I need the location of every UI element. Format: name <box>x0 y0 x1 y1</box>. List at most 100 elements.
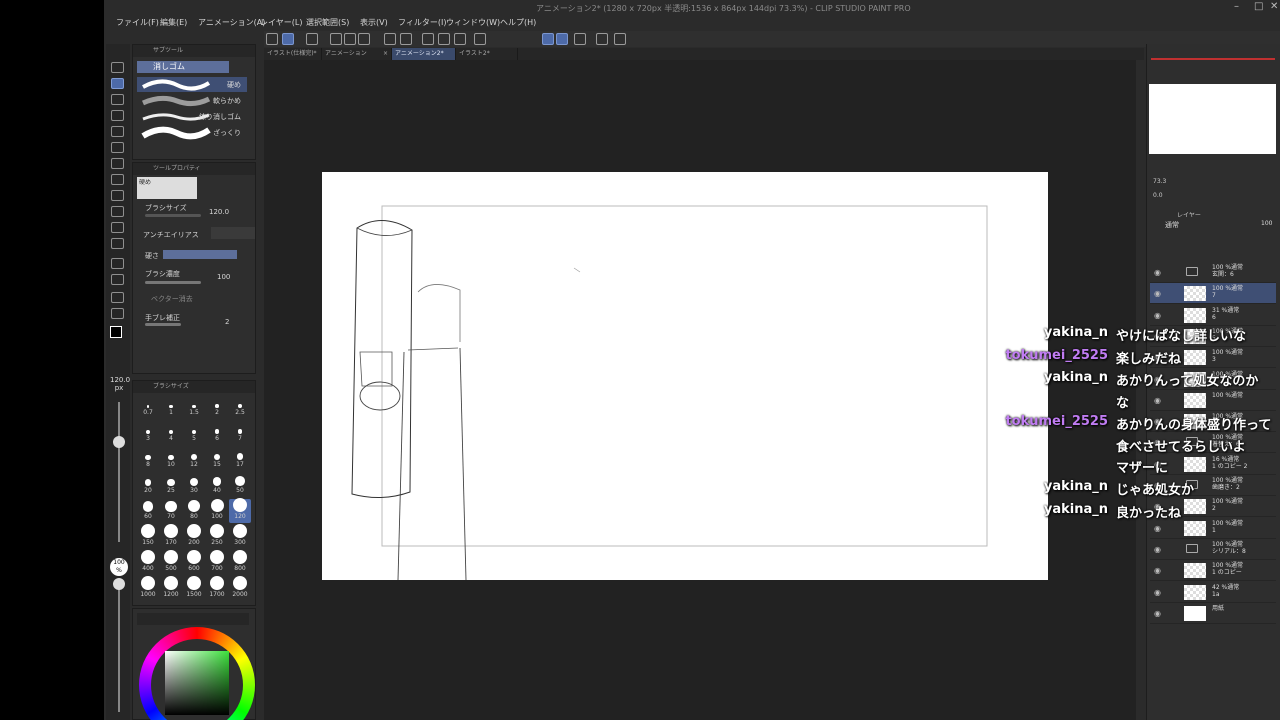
layer-row[interactable]: ◉ 100 %通常 1 のコピー <box>1150 560 1276 582</box>
brush-size-option[interactable]: 700 <box>206 550 228 575</box>
navigator-preview[interactable] <box>1149 84 1276 154</box>
size-slider-track[interactable] <box>118 402 120 542</box>
saturation-value-square[interactable] <box>165 651 229 715</box>
close-tab-icon[interactable]: × <box>383 48 388 60</box>
layer-row[interactable]: ◉ 100 %通常 <box>1150 411 1276 433</box>
eye-icon[interactable]: ◉ <box>1154 588 1161 597</box>
clear-icon[interactable] <box>422 33 434 45</box>
maximize-icon[interactable]: □ <box>1254 1 1263 12</box>
brush-size-option[interactable]: 15 <box>206 447 228 471</box>
eye-icon[interactable]: ◉ <box>1154 566 1161 575</box>
opacity-slider-thumb[interactable] <box>113 578 125 590</box>
snap-special-ruler-icon[interactable] <box>556 33 568 45</box>
snap-grid-icon[interactable] <box>574 33 586 45</box>
brush-size-option[interactable]: 500 <box>160 550 182 575</box>
antialias-selector[interactable] <box>211 227 255 239</box>
eye-icon[interactable]: ◉ <box>1154 417 1161 426</box>
redo-icon[interactable] <box>400 33 412 45</box>
menu-layer[interactable]: レイヤー(L) <box>260 17 302 28</box>
brush-size-slider[interactable] <box>145 214 201 217</box>
drawing-canvas[interactable] <box>322 172 1048 580</box>
layer-row[interactable]: ◉ 42 %通常 1a <box>1150 582 1276 603</box>
eye-icon[interactable]: ◉ <box>1154 375 1161 384</box>
undo-icon[interactable] <box>384 33 396 45</box>
menu-icon[interactable] <box>266 33 278 45</box>
brush-size-option[interactable]: 20 <box>137 473 159 497</box>
eye-icon[interactable]: ◉ <box>1154 460 1161 469</box>
eye-icon[interactable]: ◉ <box>1154 481 1161 490</box>
brush-size-option[interactable]: 10 <box>160 447 182 471</box>
layer-opacity[interactable]: 100 <box>1261 220 1272 227</box>
brush-size-option[interactable]: 5 <box>183 421 205 445</box>
brush-size-option[interactable]: 200 <box>183 524 205 549</box>
brush-size-option[interactable]: 17 <box>229 447 251 471</box>
brush-size-option[interactable]: 50 <box>229 473 251 497</box>
subtool-item-kneaded[interactable]: 練り消しゴム <box>137 109 247 124</box>
menu-filter[interactable]: フィルター(I) <box>398 17 446 28</box>
brush-size-option[interactable]: 800 <box>229 550 251 575</box>
brush-size-option[interactable]: 300 <box>229 524 251 549</box>
brush-size-option[interactable]: 150 <box>137 524 159 549</box>
fill-tool-icon[interactable] <box>111 126 124 137</box>
bucket-icon[interactable] <box>111 222 124 233</box>
layer-row[interactable]: ◉ 100 %通常 7 <box>1150 283 1276 305</box>
brush-size-option[interactable]: 250 <box>206 524 228 549</box>
tab-illustration[interactable]: イラスト(仕様完)* <box>264 48 322 60</box>
pen-tool-icon[interactable] <box>111 62 124 73</box>
menu-edit[interactable]: 編集(E) <box>160 17 187 28</box>
eye-icon[interactable]: ◉ <box>1154 289 1161 298</box>
eye-icon[interactable]: ◉ <box>1154 502 1161 511</box>
eye-icon[interactable]: ◉ <box>1154 609 1161 618</box>
lasso-tool-icon[interactable] <box>111 110 124 121</box>
eye-icon[interactable]: ◉ <box>1154 268 1161 277</box>
brush-size-option[interactable]: 60 <box>137 499 159 523</box>
save-icon[interactable] <box>358 33 370 45</box>
menu-help[interactable]: ヘルプ(H) <box>500 17 536 28</box>
brush-size-option[interactable]: 2000 <box>229 576 251 601</box>
zoom-icon[interactable] <box>111 258 124 269</box>
eye-icon[interactable]: ◉ <box>1154 545 1161 554</box>
brush-size-option[interactable]: 1700 <box>206 576 228 601</box>
eye-icon[interactable]: ◉ <box>1154 524 1161 533</box>
brush-size-option[interactable]: 80 <box>183 499 205 523</box>
brush-size-option[interactable]: 2 <box>206 395 228 419</box>
brush-size-option[interactable]: 1 <box>160 395 182 419</box>
stabilizer-slider[interactable] <box>145 323 181 326</box>
brush-size-option[interactable]: 1500 <box>183 576 205 601</box>
subtool-group-eraser[interactable]: 消しゴム <box>137 61 229 73</box>
brush-size-option[interactable]: 6 <box>206 421 228 445</box>
fill-icon[interactable] <box>438 33 450 45</box>
menu-selection[interactable]: 選択範囲(S) <box>306 17 349 28</box>
text-tool-icon[interactable] <box>111 292 124 303</box>
tab-animation2[interactable]: アニメーション2* <box>392 48 456 60</box>
brush-size-option[interactable]: 12 <box>183 447 205 471</box>
layer-row[interactable]: ◉ 100 %通常 玄関：6 <box>1150 262 1276 283</box>
eyedropper-icon[interactable] <box>111 308 124 319</box>
eye-icon[interactable]: ◉ <box>1154 438 1161 447</box>
eraser-tool-icon[interactable] <box>111 78 124 89</box>
layer-row[interactable]: ◉ 用紙 <box>1150 603 1276 624</box>
brush-size-option[interactable]: 25 <box>160 473 182 497</box>
layer-row[interactable]: ◉ 16 %通常 1 のコピー 2 <box>1150 454 1276 475</box>
move-tool-icon[interactable] <box>111 142 124 153</box>
brush-size-option[interactable]: 70 <box>160 499 182 523</box>
opacity-slider-track[interactable] <box>118 582 120 712</box>
canvas-fit-icon[interactable] <box>282 33 294 45</box>
select-all-icon[interactable] <box>474 33 486 45</box>
brush-tool-icon[interactable] <box>111 94 124 105</box>
brush-size-option[interactable]: 2.5 <box>229 395 251 419</box>
brush-size-option[interactable]: 30 <box>183 473 205 497</box>
layer-row[interactable]: ◉ 31 %通常 6 <box>1150 305 1276 326</box>
brush-size-option[interactable]: 1000 <box>137 576 159 601</box>
brush-size-option[interactable]: 100 <box>206 499 228 523</box>
layer-row[interactable]: ◉ 100 %通常 5 <box>1150 326 1276 347</box>
brush-size-option[interactable]: 1.5 <box>183 395 205 419</box>
brush-size-option[interactable]: 170 <box>160 524 182 549</box>
transform-icon[interactable] <box>306 33 318 45</box>
layer-row[interactable]: ◉ 100 %通常 <box>1150 390 1276 411</box>
subtool-item-soft[interactable]: 軟らかめ <box>137 93 247 108</box>
layer-row[interactable]: ◉ 100 %通常 2 <box>1150 496 1276 518</box>
vector-erase-label[interactable]: ベクター消去 <box>151 294 193 304</box>
tab-illustration2[interactable]: イラスト2* <box>456 48 518 60</box>
magic-wand-icon[interactable] <box>111 206 124 217</box>
